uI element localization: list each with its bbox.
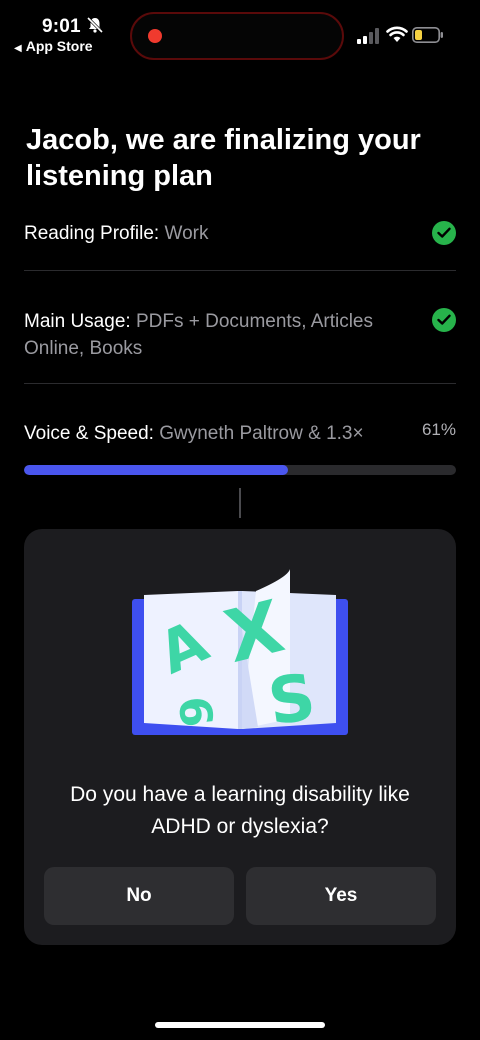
- cellular-signal-icon: [357, 28, 379, 44]
- plan-item-value: Work: [164, 223, 209, 244]
- recording-dot-icon: [148, 29, 162, 43]
- divider: [24, 383, 456, 384]
- plan-item-voice-speed: Voice & Speed: Gwyneth Paltrow & 1.3×: [24, 420, 404, 447]
- svg-text:9: 9: [171, 694, 224, 729]
- status-bar: 9:01 ◀ App Store: [0, 0, 480, 64]
- plan-item-label: Main Usage:: [24, 311, 131, 332]
- page-title: Jacob, we are finalizing your listening …: [26, 124, 421, 192]
- back-to-app-store[interactable]: ◀ App Store: [14, 38, 93, 54]
- progress-bar: [24, 465, 456, 475]
- check-circle-icon: [432, 221, 456, 245]
- plan-item-label: Reading Profile:: [24, 223, 160, 244]
- question-text: Do you have a learning disability like A…: [70, 783, 410, 838]
- plan-item-label: Voice & Speed:: [24, 423, 154, 444]
- question-card: A X S 9 Do you have a learning disabilit…: [24, 529, 456, 945]
- battery-low-icon: [412, 27, 443, 43]
- dynamic-island[interactable]: [130, 12, 344, 60]
- back-app-label: App Store: [25, 38, 93, 54]
- plan-item-value: Gwyneth Paltrow & 1.3×: [159, 423, 364, 444]
- home-indicator[interactable]: [155, 1022, 325, 1028]
- plan-item-reading-profile: Reading Profile: Work: [24, 220, 456, 247]
- yes-button[interactable]: Yes: [246, 867, 436, 925]
- wifi-icon: [386, 26, 408, 42]
- book-letters-icon: A X S 9: [132, 569, 348, 739]
- no-button[interactable]: No: [44, 867, 234, 925]
- check-circle-icon: [432, 308, 456, 332]
- divider: [24, 270, 456, 271]
- connector-line: [239, 488, 241, 518]
- bell-slash-icon: [86, 16, 104, 34]
- progress-percent: 61%: [421, 420, 456, 439]
- status-time: 9:01: [42, 16, 81, 37]
- back-triangle-icon: ◀: [14, 43, 22, 54]
- progress-fill: [24, 465, 288, 475]
- plan-item-main-usage: Main Usage: PDFs + Documents, Articles O…: [24, 308, 414, 362]
